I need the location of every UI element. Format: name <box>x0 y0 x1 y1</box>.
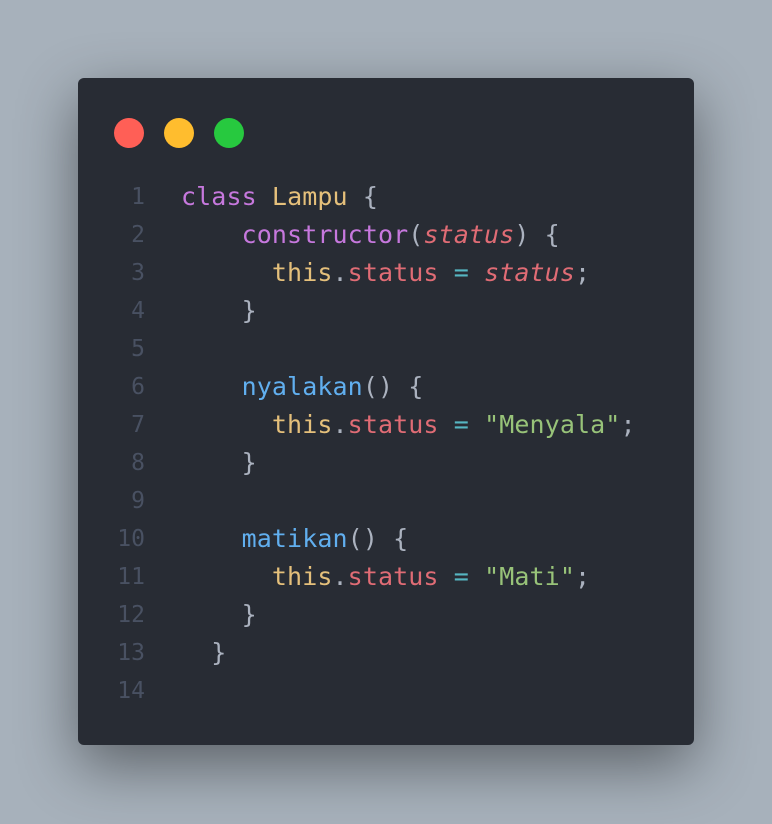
code-token: "Mati" <box>484 562 575 591</box>
line-source: matikan() { <box>181 520 409 558</box>
code-line: 9 <box>78 482 694 520</box>
code-token: { <box>347 182 378 211</box>
code-line: 1 class Lampu { <box>78 178 694 216</box>
line-number: 9 <box>131 488 145 514</box>
code-line: 3 this.status = status; <box>78 254 694 292</box>
code-line: 6 nyalakan() { <box>78 368 694 406</box>
line-number: 13 <box>117 640 145 666</box>
line-number: 6 <box>131 374 145 400</box>
line-source: constructor(status) { <box>181 216 560 254</box>
code-token: Lampu <box>271 182 348 211</box>
code-token: this <box>181 258 333 287</box>
code-token: = <box>438 562 485 591</box>
code-token: status <box>347 410 439 439</box>
line-source: nyalakan() { <box>181 368 424 406</box>
code-token: nyalakan <box>181 372 363 401</box>
line-source: class Lampu { <box>181 178 378 216</box>
line-number: 12 <box>117 602 145 628</box>
line-source: this.status = status; <box>181 254 590 292</box>
code-line: 13 } <box>78 634 694 672</box>
code-token: ) { <box>514 220 560 249</box>
line-source: } <box>181 596 257 634</box>
code-token: . <box>332 258 348 287</box>
code-token: () { <box>347 524 409 553</box>
code-token: } <box>181 296 257 325</box>
code-token: ; <box>574 562 591 591</box>
maximize-dot-icon <box>214 118 244 148</box>
code-token: = <box>438 258 485 287</box>
code-token: status <box>347 258 439 287</box>
line-number: 14 <box>117 678 145 704</box>
code-line: 2 constructor(status) { <box>78 216 694 254</box>
code-token: () { <box>362 372 424 401</box>
line-source: } <box>181 444 257 482</box>
code-token: ; <box>620 410 636 439</box>
code-token: matikan <box>181 524 348 553</box>
code-token: ( <box>408 220 424 249</box>
line-number: 10 <box>117 526 145 552</box>
line-number: 4 <box>131 298 145 324</box>
line-number: 5 <box>131 336 145 362</box>
minimize-dot-icon <box>164 118 194 148</box>
code-line: 14 <box>78 672 694 710</box>
code-token: status <box>347 562 439 591</box>
line-number: 2 <box>131 222 145 248</box>
code-token: ; <box>574 258 591 287</box>
code-token: this <box>181 410 333 439</box>
code-line: 5 <box>78 330 694 368</box>
code-token: "Menyala" <box>484 410 621 439</box>
code-token: } <box>181 638 227 667</box>
code-window: 1 class Lampu {2 constructor(status) {3 t… <box>78 78 694 745</box>
line-source: this.status = "Mati"; <box>181 558 590 596</box>
code-token: status <box>484 258 575 287</box>
code-line: 12 } <box>78 596 694 634</box>
line-number: 7 <box>131 412 145 438</box>
code-token: . <box>332 410 348 439</box>
line-number: 1 <box>131 184 145 210</box>
code-line: 7 this.status = "Menyala"; <box>78 406 694 444</box>
code-token: this <box>181 562 333 591</box>
line-number: 3 <box>131 260 145 286</box>
line-source: this.status = "Menyala"; <box>181 406 636 444</box>
line-source: } <box>181 634 226 672</box>
line-source: } <box>181 292 257 330</box>
line-number: 8 <box>131 450 145 476</box>
code-token: = <box>438 410 485 439</box>
code-token: constructor <box>181 220 409 249</box>
code-token: } <box>181 600 257 629</box>
code-line: 4 } <box>78 292 694 330</box>
code-token: . <box>332 562 348 591</box>
code-line: 10 matikan() { <box>78 520 694 558</box>
code-token: } <box>181 448 257 477</box>
code-line: 11 this.status = "Mati"; <box>78 558 694 596</box>
code-token: class <box>181 182 272 211</box>
line-number: 11 <box>117 564 145 590</box>
code-token: status <box>423 220 515 249</box>
code-block: 1 class Lampu {2 constructor(status) {3 t… <box>78 178 694 710</box>
close-dot-icon <box>114 118 144 148</box>
code-line: 8 } <box>78 444 694 482</box>
